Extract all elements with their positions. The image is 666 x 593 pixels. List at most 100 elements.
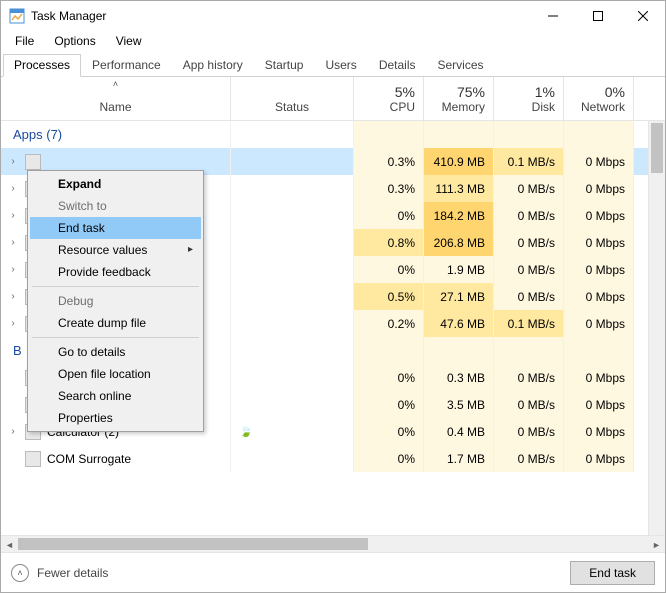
cell-status bbox=[231, 175, 354, 202]
horizontal-scrollbar[interactable]: ◄ ► bbox=[1, 535, 665, 552]
chevron-right-icon[interactable]: › bbox=[7, 156, 19, 167]
horizontal-scroll-thumb[interactable] bbox=[18, 538, 368, 550]
cell-memory: 3.5 MB bbox=[424, 391, 494, 418]
task-manager-window: Task Manager File Options View Processes… bbox=[0, 0, 666, 593]
cell-network bbox=[564, 121, 634, 148]
cell-cpu: 0% bbox=[354, 202, 424, 229]
cell-disk: 0.1 MB/s bbox=[494, 148, 564, 175]
ctx-expand[interactable]: Expand bbox=[30, 173, 201, 195]
cell-network: 0 Mbps bbox=[564, 310, 634, 337]
scroll-right-button[interactable]: ► bbox=[648, 536, 665, 552]
end-task-button[interactable]: End task bbox=[570, 561, 655, 585]
footer: ˄ Fewer details End task bbox=[1, 552, 665, 592]
scroll-left-button[interactable]: ◄ bbox=[1, 536, 18, 552]
tab-apphistory[interactable]: App history bbox=[172, 54, 254, 77]
ctx-properties[interactable]: Properties bbox=[30, 407, 201, 429]
cell-status bbox=[231, 148, 354, 175]
cell-cpu: 0% bbox=[354, 445, 424, 472]
col-cpu-label: CPU bbox=[390, 100, 415, 114]
ctx-debug[interactable]: Debug bbox=[30, 290, 201, 312]
ctx-create-dump[interactable]: Create dump file bbox=[30, 312, 201, 334]
cell-network: 0 Mbps bbox=[564, 148, 634, 175]
vertical-scrollbar[interactable] bbox=[648, 121, 665, 535]
context-menu: Expand Switch to End task Resource value… bbox=[27, 170, 204, 432]
chevron-right-icon[interactable]: › bbox=[7, 291, 19, 302]
menubar: File Options View bbox=[1, 31, 665, 51]
tab-services[interactable]: Services bbox=[427, 54, 495, 77]
window-title: Task Manager bbox=[31, 9, 530, 23]
cell-network: 0 Mbps bbox=[564, 364, 634, 391]
process-row[interactable]: COM Surrogate 0% 1.7 MB 0 MB/s 0 Mbps bbox=[1, 445, 648, 472]
chevron-right-icon[interactable]: › bbox=[7, 210, 19, 221]
cell-disk bbox=[494, 337, 564, 364]
leaf-icon: 🍃 bbox=[239, 425, 253, 438]
cell-disk bbox=[494, 121, 564, 148]
vertical-scroll-thumb[interactable] bbox=[651, 123, 663, 173]
tab-performance[interactable]: Performance bbox=[81, 54, 172, 77]
ctx-provide-feedback[interactable]: Provide feedback bbox=[30, 261, 201, 283]
cell-disk: 0 MB/s bbox=[494, 256, 564, 283]
close-button[interactable] bbox=[620, 1, 665, 31]
col-network-label: Network bbox=[581, 100, 625, 114]
maximize-button[interactable] bbox=[575, 1, 620, 31]
cell-disk: 0 MB/s bbox=[494, 418, 564, 445]
cell-memory bbox=[424, 337, 494, 364]
cell-disk: 0 MB/s bbox=[494, 202, 564, 229]
cell-network: 0 Mbps bbox=[564, 391, 634, 418]
process-icon bbox=[25, 451, 41, 467]
chevron-right-icon[interactable]: › bbox=[7, 237, 19, 248]
cell-disk: 0 MB/s bbox=[494, 229, 564, 256]
network-total: 0% bbox=[605, 84, 625, 100]
disk-total: 1% bbox=[535, 84, 555, 100]
memory-total: 75% bbox=[457, 84, 485, 100]
menu-options[interactable]: Options bbox=[46, 33, 103, 49]
tab-users[interactable]: Users bbox=[314, 54, 367, 77]
ctx-go-to-details[interactable]: Go to details bbox=[30, 341, 201, 363]
chevron-right-icon[interactable]: › bbox=[7, 183, 19, 194]
tab-startup[interactable]: Startup bbox=[254, 54, 315, 77]
ctx-switch-to[interactable]: Switch to bbox=[30, 195, 201, 217]
chevron-right-icon[interactable]: › bbox=[7, 318, 19, 329]
section-apps-label: Apps (7) bbox=[1, 121, 231, 148]
section-apps[interactable]: Apps (7) bbox=[1, 121, 648, 148]
cell-disk: 0 MB/s bbox=[494, 364, 564, 391]
cell-memory: 111.3 MB bbox=[424, 175, 494, 202]
cell-cpu: 0% bbox=[354, 256, 424, 283]
cell-memory: 1.7 MB bbox=[424, 445, 494, 472]
cell-status bbox=[231, 337, 354, 364]
menu-view[interactable]: View bbox=[108, 33, 150, 49]
menu-file[interactable]: File bbox=[7, 33, 42, 49]
cell-status bbox=[231, 310, 354, 337]
ctx-open-file-location[interactable]: Open file location bbox=[30, 363, 201, 385]
process-name-label: COM Surrogate bbox=[47, 452, 131, 466]
col-header-disk[interactable]: 1% Disk bbox=[494, 77, 564, 120]
col-memory-label: Memory bbox=[442, 100, 485, 114]
cell-cpu: 0.5% bbox=[354, 283, 424, 310]
cell-memory bbox=[424, 121, 494, 148]
col-header-cpu[interactable]: 5% CPU bbox=[354, 77, 424, 120]
cell-cpu: 0% bbox=[354, 391, 424, 418]
fewer-details-label: Fewer details bbox=[37, 566, 108, 580]
submenu-arrow-icon: ▸ bbox=[188, 244, 193, 255]
tab-processes[interactable]: Processes bbox=[3, 54, 81, 77]
col-header-memory[interactable]: 75% Memory bbox=[424, 77, 494, 120]
cell-cpu: 0.8% bbox=[354, 229, 424, 256]
chevron-right-icon[interactable]: › bbox=[7, 264, 19, 275]
tab-details[interactable]: Details bbox=[368, 54, 427, 77]
cell-name: COM Surrogate bbox=[1, 445, 231, 472]
cell-network: 0 Mbps bbox=[564, 283, 634, 310]
col-header-name[interactable]: ˄ Name bbox=[1, 77, 231, 120]
col-header-status[interactable]: Status bbox=[231, 77, 354, 120]
cell-cpu: 0.3% bbox=[354, 148, 424, 175]
minimize-button[interactable] bbox=[530, 1, 575, 31]
fewer-details-toggle[interactable]: ˄ Fewer details bbox=[11, 564, 108, 582]
ctx-search-online[interactable]: Search online bbox=[30, 385, 201, 407]
col-header-network[interactable]: 0% Network bbox=[564, 77, 634, 120]
ctx-resource-values[interactable]: Resource values ▸ bbox=[30, 239, 201, 261]
cell-cpu: 0.3% bbox=[354, 175, 424, 202]
cell-network: 0 Mbps bbox=[564, 175, 634, 202]
cell-network bbox=[564, 337, 634, 364]
cell-cpu bbox=[354, 121, 424, 148]
chevron-right-icon[interactable]: › bbox=[7, 426, 19, 437]
ctx-end-task[interactable]: End task bbox=[30, 217, 201, 239]
